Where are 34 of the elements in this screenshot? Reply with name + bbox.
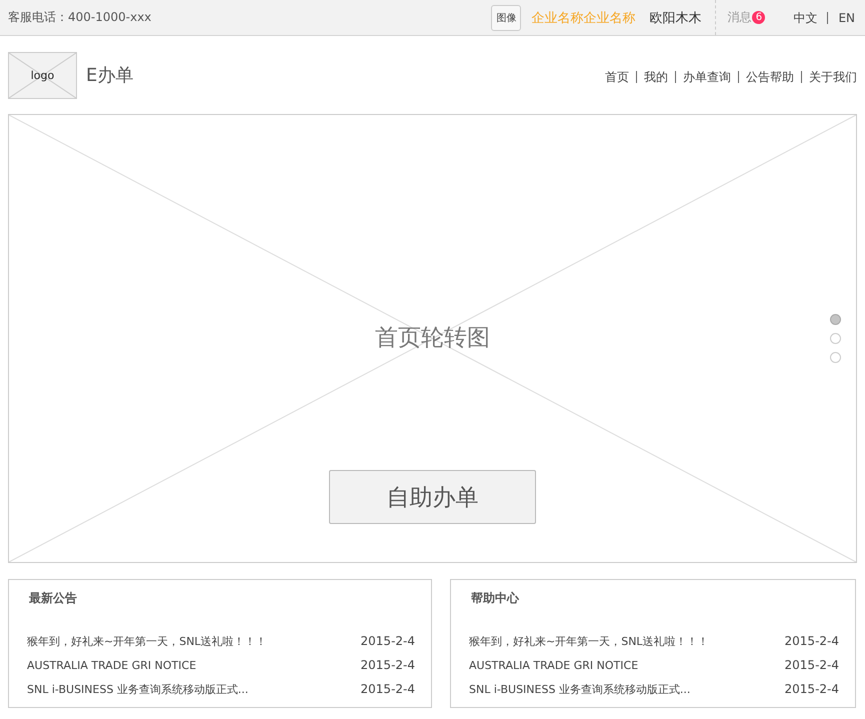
news-date: 2015-2-4: [360, 682, 415, 696]
nav-link[interactable]: 关于我们: [801, 71, 857, 83]
nav-link[interactable]: 首页: [598, 71, 636, 83]
user-name: 欧阳木木: [649, 10, 702, 26]
avatar-button[interactable]: 图像: [491, 4, 522, 30]
news-date: 2015-2-4: [784, 682, 839, 696]
news-date: 2015-2-4: [360, 658, 415, 672]
news-link[interactable]: SNL i-BUSINESS 业务查询系统移动版正式...: [27, 682, 248, 696]
brand-name: E办单: [86, 64, 134, 87]
language-link[interactable]: EN: [827, 12, 855, 24]
news-link[interactable]: 猴年到，好礼来~开年第一天，SNL送礼啦！！！: [469, 634, 709, 648]
logo-text: logo: [30, 68, 54, 82]
self-service-button[interactable]: 自助办单: [329, 470, 536, 524]
panel-title: 最新公告: [29, 590, 78, 607]
company-name: 企业名称企业名称: [531, 10, 636, 26]
language-link[interactable]: 中文: [783, 12, 828, 24]
panel-title: 帮助中心: [471, 590, 520, 607]
hotline-text: 客服电话：400-1000-xxx: [8, 9, 152, 26]
news-link[interactable]: AUSTRALIA TRADE GRI NOTICE: [469, 658, 638, 672]
messages-link[interactable]: 消息 6: [727, 9, 766, 26]
news-link[interactable]: AUSTRALIA TRADE GRI NOTICE: [27, 658, 196, 672]
news-link[interactable]: SNL i-BUSINESS 业务查询系统移动版正式...: [469, 682, 690, 696]
nav-link[interactable]: 公告帮助: [738, 71, 801, 83]
carousel-dot[interactable]: [830, 352, 841, 363]
carousel-dot[interactable]: [830, 333, 841, 344]
nav-link[interactable]: 办单查询: [675, 71, 738, 83]
banner-caption: 首页轮转图: [375, 324, 490, 353]
carousel-dot[interactable]: [830, 314, 841, 325]
news-date: 2015-2-4: [784, 634, 839, 648]
news-date: 2015-2-4: [784, 658, 839, 672]
news-date: 2015-2-4: [360, 634, 415, 648]
nav-link[interactable]: 我的: [636, 71, 675, 83]
message-count-badge: 6: [752, 11, 766, 24]
news-link[interactable]: 猴年到，好礼来~开年第一天，SNL送礼啦！！！: [27, 634, 267, 648]
